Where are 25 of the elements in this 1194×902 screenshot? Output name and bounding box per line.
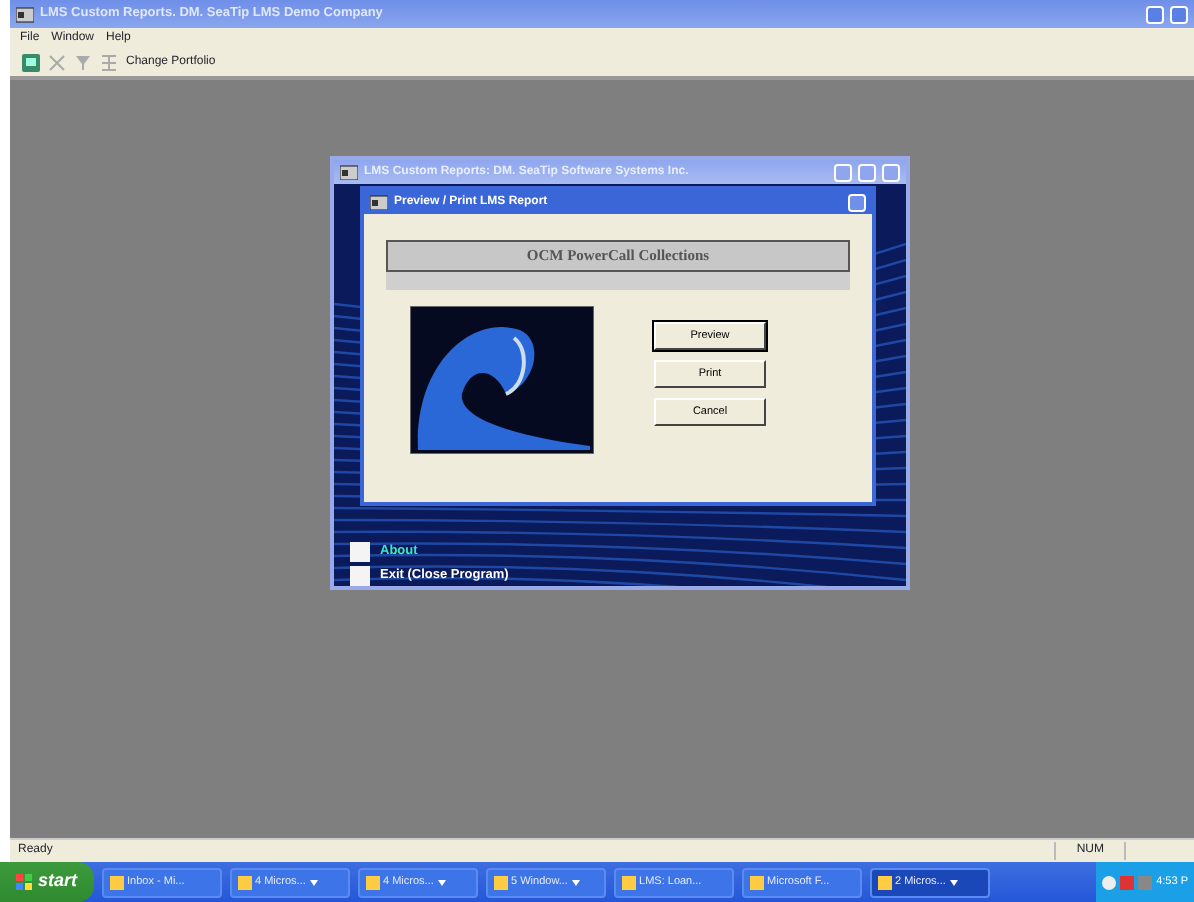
restore-button[interactable] bbox=[1170, 5, 1188, 23]
start-button[interactable]: start bbox=[0, 862, 94, 902]
option-checkbox[interactable] bbox=[350, 566, 370, 586]
window-icon bbox=[365, 875, 380, 889]
minimize-button[interactable] bbox=[1146, 5, 1164, 23]
filter-icon[interactable] bbox=[74, 54, 92, 72]
window-icon bbox=[749, 875, 764, 889]
window-icon bbox=[237, 875, 252, 889]
window-icon bbox=[109, 875, 124, 889]
app-icon bbox=[340, 164, 358, 180]
minimize-button[interactable] bbox=[834, 163, 852, 181]
window-icon bbox=[621, 875, 636, 889]
window-icon bbox=[877, 875, 892, 889]
option-checkbox[interactable] bbox=[350, 542, 370, 562]
caret-icon bbox=[571, 879, 580, 885]
caret-icon bbox=[437, 879, 446, 885]
portfolio-icon[interactable] bbox=[22, 54, 40, 72]
app-icon bbox=[16, 5, 34, 23]
grid-icon[interactable] bbox=[100, 54, 118, 72]
caret-icon bbox=[949, 879, 958, 885]
maximize-button[interactable] bbox=[858, 163, 876, 181]
window-icon bbox=[493, 875, 508, 889]
app-icon bbox=[370, 194, 388, 210]
windows-flag-icon bbox=[16, 874, 32, 890]
caret-icon bbox=[309, 879, 318, 885]
